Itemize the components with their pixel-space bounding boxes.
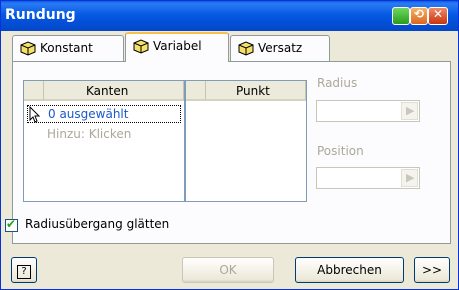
dialog-window: Rundung ⟲ ✕ Konstant Variabel Versatz Ka… [0, 0, 459, 290]
list-item[interactable]: Hinzu: Klicken [47, 127, 131, 141]
punkt-list[interactable]: Punkt [185, 80, 307, 202]
column-header-select[interactable] [24, 81, 44, 101]
checkmark-icon: ✔ [6, 217, 17, 231]
ok-button[interactable]: OK [182, 257, 274, 283]
cursor-icon [29, 106, 41, 123]
radius-label: Radius [317, 76, 358, 90]
smooth-radius-checkbox[interactable]: ✔ [5, 217, 18, 232]
minimize-button[interactable] [392, 7, 410, 25]
list-item[interactable]: 0 ausgewählt [27, 105, 181, 123]
chevron-right-icon[interactable]: ▶ [401, 102, 418, 120]
column-header-kanten[interactable]: Kanten [44, 81, 184, 101]
list-item-label: 0 ausgewählt [48, 107, 129, 121]
window-title: Rundung [5, 7, 76, 23]
position-label: Position [317, 144, 364, 158]
radius-field[interactable]: ▶ [316, 100, 420, 122]
cube-icon [20, 41, 36, 56]
column-header-punkt[interactable]: Punkt [206, 81, 306, 101]
smooth-radius-label[interactable]: Radiusübergang glätten [25, 217, 169, 231]
tab-konstant[interactable]: Konstant [12, 35, 124, 61]
title-bar[interactable]: Rundung ⟲ ✕ [1, 1, 458, 31]
position-field[interactable]: ▶ [316, 167, 420, 189]
column-header-select[interactable] [186, 81, 206, 101]
cube-icon [238, 41, 254, 56]
chevron-right-icon[interactable]: ▶ [401, 169, 418, 187]
tab-label: Variabel [153, 39, 202, 53]
help-button[interactable]: ? [11, 257, 37, 283]
tab-variabel[interactable]: Variabel [125, 32, 229, 62]
settings-icon[interactable]: ⟲ [410, 7, 428, 25]
help-icon: ? [17, 265, 31, 279]
cube-icon [133, 39, 149, 54]
kanten-list[interactable]: Kanten 0 ausgewählt Hinzu: Klicken [23, 80, 185, 202]
tab-versatz[interactable]: Versatz [230, 35, 330, 61]
tab-label: Versatz [258, 41, 303, 55]
tab-label: Konstant [40, 41, 93, 55]
cancel-button[interactable]: Abbrechen [295, 257, 404, 283]
more-button[interactable]: >> [414, 257, 450, 283]
close-button[interactable]: ✕ [428, 7, 448, 25]
